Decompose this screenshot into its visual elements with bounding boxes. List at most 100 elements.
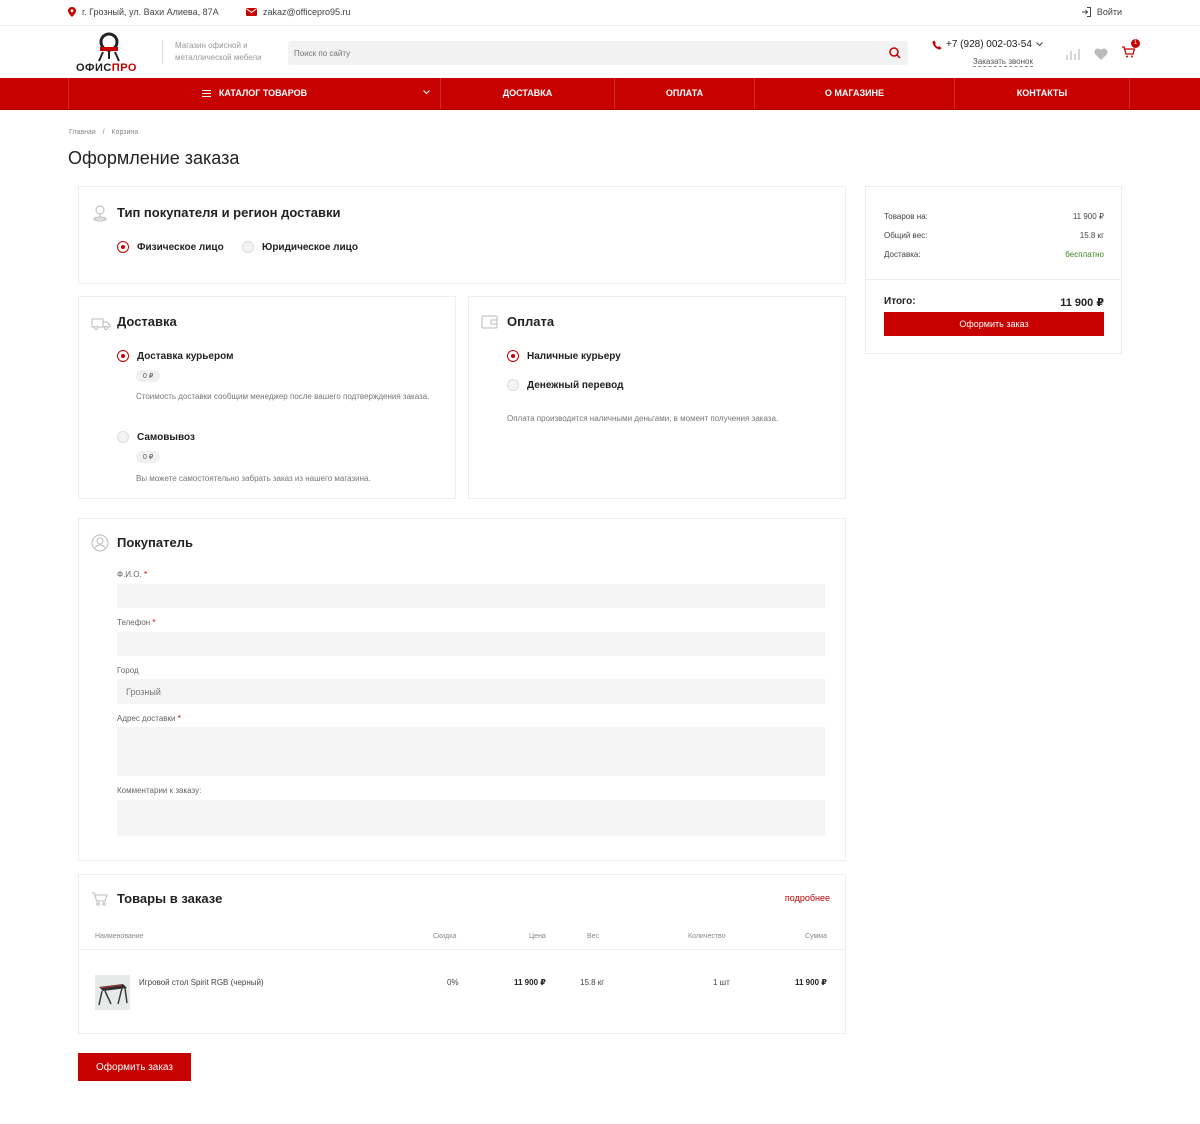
login-icon (1081, 7, 1091, 17)
col-qty: Количество (688, 933, 726, 940)
heart-icon[interactable] (1094, 48, 1108, 60)
radio-legal-entity[interactable]: Юридическое лицо (242, 241, 358, 253)
search-icon[interactable] (888, 46, 902, 60)
col-discount: Скидка (433, 933, 457, 940)
chevron-down-icon (423, 90, 430, 95)
logo-text: ОФИСПРО (76, 62, 137, 74)
radio-courier-label: Доставка курьером (137, 350, 234, 362)
order-items-card: Товары в заказе подробнее Наименование С… (78, 874, 846, 1034)
comment-textarea[interactable] (117, 800, 825, 836)
nav-delivery[interactable]: ДОСТАВКА (440, 78, 614, 109)
table-divider (79, 949, 845, 950)
nav-about[interactable]: О МАГАЗИНЕ (754, 78, 954, 109)
fio-label: Ф.И.О. * (117, 570, 148, 579)
col-price: Цена (529, 933, 546, 940)
summary-divider (866, 279, 1121, 280)
pickup-price-badge: 0 ₽ (136, 451, 161, 463)
col-sum: Сумма (805, 933, 827, 940)
radio-pickup[interactable]: Самовывоз (117, 431, 195, 443)
radio-cash-label: Наличные курьеру (527, 350, 621, 362)
payment-note: Оплата производится наличными деньгами, … (507, 414, 779, 423)
buyer-card: Покупатель Ф.И.О. * Телефон * Город Адре… (78, 518, 846, 861)
header: ОФИСПРО Магазин офисной и металлической … (0, 26, 1200, 78)
courier-price-badge: 0 ₽ (136, 370, 161, 382)
delivery-title: Доставка (117, 314, 177, 329)
radio-dot (242, 241, 254, 253)
col-name: Наименование (95, 933, 144, 940)
cart-button[interactable]: 1 (1122, 39, 1140, 63)
col-weight: Вес (587, 933, 600, 940)
address-text: г. Грозный, ул. Вахи Алиева, 87А (82, 7, 219, 17)
radio-dot (117, 431, 129, 443)
phone-icon (932, 40, 942, 49)
phone-dropdown[interactable]: +7 (928) 002-03-54 (932, 39, 1043, 50)
nav-catalog[interactable]: КАТАЛОГ ТОВАРОВ (68, 78, 440, 109)
fio-input[interactable] (117, 584, 825, 608)
address: г. Грозный, ул. Вахи Алиева, 87А (68, 7, 219, 17)
radio-legal-entity-label: Юридическое лицо (262, 241, 358, 253)
nav-contacts[interactable]: КОНТАКТЫ (954, 78, 1130, 109)
nav-catalog-label: КАТАЛОГ ТОВАРОВ (218, 88, 308, 98)
cart-count-badge: 1 (1131, 39, 1140, 48)
product-price: 11 900 ₽ (514, 978, 546, 987)
radio-courier[interactable]: Доставка курьером (117, 350, 233, 362)
more-link[interactable]: подробнее (785, 893, 830, 903)
summary-weight-value: 15.8 кг (1079, 231, 1104, 240)
summary-order-button[interactable]: Оформить заказ (884, 312, 1104, 336)
phone-label: Телефон * (117, 618, 156, 627)
breadcrumb-separator: / (102, 129, 105, 136)
location-person-icon (93, 205, 107, 222)
product-qty: 1 шт (713, 978, 730, 987)
breadcrumb-current: Корзина (111, 129, 139, 136)
summary-delivery: Доставка: бесплатно (884, 250, 1104, 259)
product-thumbnail[interactable] (95, 975, 130, 1010)
radio-dot-checked (117, 241, 129, 253)
office-chair-logo-icon (98, 32, 120, 62)
radio-dot (507, 379, 519, 391)
radio-dot-checked (507, 350, 519, 362)
page-title: Оформление заказа (68, 148, 240, 168)
search-bar (288, 41, 908, 65)
breadcrumb-home[interactable]: Главная (69, 129, 96, 136)
wallet-icon (481, 315, 498, 329)
nav-payment[interactable]: ОПЛАТА (614, 78, 754, 109)
radio-cash[interactable]: Наличные курьеру (507, 350, 621, 362)
cart-icon (1122, 46, 1136, 58)
truck-icon (91, 318, 111, 331)
search-input[interactable] (288, 41, 868, 65)
submit-order-button[interactable]: Оформить заказ (78, 1053, 191, 1081)
courier-note: Стоимость доставки сообщим менеджер посл… (136, 392, 430, 401)
product-name[interactable]: Игровой стол Spirit RGB (черный) (139, 978, 264, 987)
payment-title: Оплата (507, 314, 555, 329)
summary-delivery-value: бесплатно (1065, 250, 1104, 259)
email-text: zakaz@officepro95.ru (263, 7, 351, 17)
main-nav: КАТАЛОГ ТОВАРОВ ДОСТАВКА ОПЛАТА О МАГАЗИ… (0, 78, 1200, 110)
logo[interactable]: ОФИСПРО (76, 32, 146, 74)
city-label: Город (117, 666, 139, 675)
compare-icon[interactable] (1066, 48, 1080, 60)
login-link[interactable]: Войти (1081, 7, 1122, 17)
phone-input[interactable] (117, 632, 825, 656)
address-textarea[interactable] (117, 727, 825, 776)
radio-transfer[interactable]: Денежный перевод (507, 379, 623, 391)
product-discount: 0% (447, 978, 459, 987)
mail-icon (246, 8, 257, 16)
pickup-note: Вы можете самостоятельно забрать заказ и… (136, 474, 371, 483)
summary-total-value: 11 900 ₽ (1060, 297, 1104, 309)
summary-weight: Общий вес: 15.8 кг (884, 231, 1104, 240)
chevron-down-icon (1036, 42, 1043, 47)
city-input[interactable] (117, 679, 825, 704)
summary-goods-label: Товаров на: (884, 212, 928, 221)
comment-label: Комментарии к заказу: (117, 786, 202, 795)
buyer-title: Покупатель (117, 535, 193, 550)
login-text: Войти (1096, 7, 1122, 17)
email-link[interactable]: zakaz@officepro95.ru (246, 7, 351, 17)
buyer-type-card: Тип покупателя и регион доставки Физичес… (78, 186, 846, 284)
callback-link[interactable]: Заказать звонок (973, 57, 1033, 67)
radio-individual[interactable]: Физическое лицо (117, 241, 224, 253)
delivery-card: Доставка Доставка курьером 0 ₽ Стоимость… (78, 296, 456, 499)
summary-delivery-label: Доставка: (884, 250, 921, 259)
tagline: Магазин офисной и металлической мебели (162, 40, 272, 64)
top-bar: г. Грозный, ул. Вахи Алиева, 87А zakaz@o… (0, 0, 1200, 26)
radio-dot-checked (117, 350, 129, 362)
